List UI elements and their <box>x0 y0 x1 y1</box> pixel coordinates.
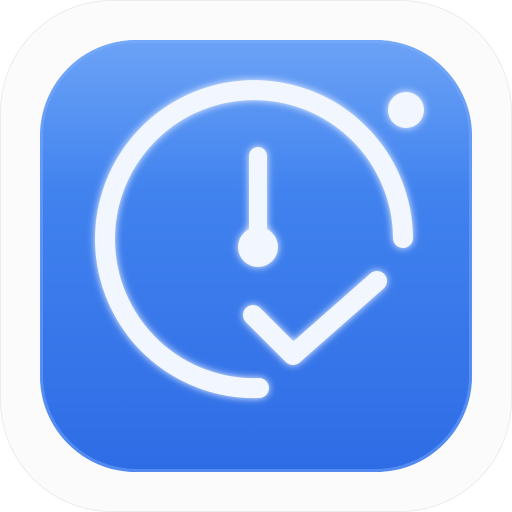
app-icon[interactable] <box>40 40 472 472</box>
clock-checkmark-icon <box>40 40 472 472</box>
clock-center-icon <box>238 227 278 267</box>
icon-canvas <box>0 0 512 512</box>
status-dot-icon <box>388 92 424 128</box>
